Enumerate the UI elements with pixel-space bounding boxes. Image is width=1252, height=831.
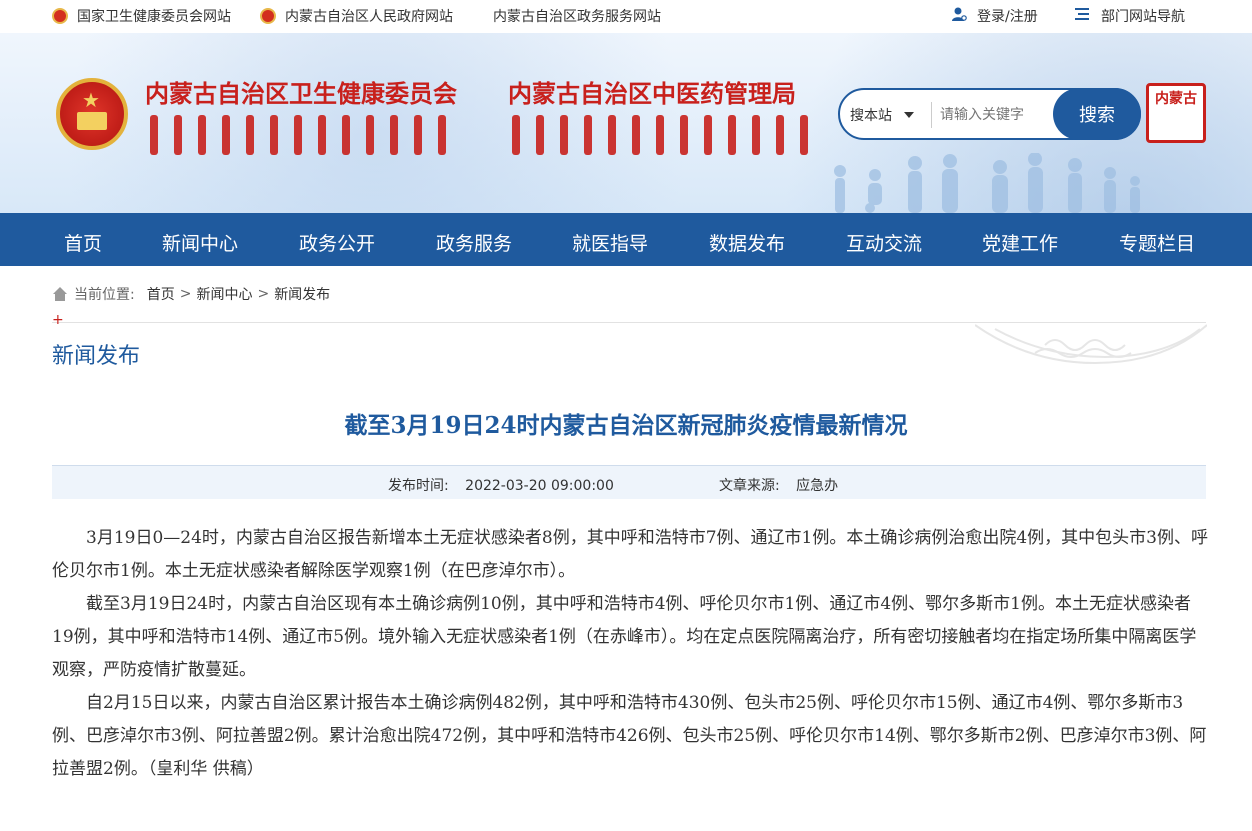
search-box: 搜本站 搜索 (838, 88, 1141, 140)
breadcrumb-news-release[interactable]: 新闻发布 (274, 284, 330, 304)
link-imgov-website[interactable]: 内蒙古自治区人民政府网站 (260, 6, 453, 26)
nav-special-topics[interactable]: 专题栏目 (1119, 229, 1195, 256)
breadcrumb-home[interactable]: 首页 (147, 284, 175, 304)
home-icon (52, 287, 68, 301)
login-register-link[interactable]: 登录/注册 (951, 6, 1038, 26)
breadcrumb: 当前位置: 首页 > 新闻中心 > 新闻发布 (52, 284, 330, 304)
article-body: 3月19日0—24时，内蒙古自治区报告新增本土无症状感染者8例，其中呼和浩特市7… (52, 522, 1208, 786)
search-divider (931, 102, 932, 128)
link-nhc-website[interactable]: 国家卫生健康委员会网站 (52, 6, 231, 26)
source-label: 文章来源: (719, 478, 780, 494)
nav-gov-affairs[interactable]: 政务公开 (299, 229, 375, 256)
mongolian-seal-logo: 内蒙古 (1146, 83, 1206, 143)
article-meta: 发布时间: 2022-03-20 09:00:00 文章来源: 应急办 (52, 465, 1206, 499)
link-label: 内蒙古自治区人民政府网站 (285, 9, 453, 25)
seal-text: 内蒙古 (1155, 91, 1197, 107)
breadcrumb-separator: > (179, 286, 192, 302)
chevron-down-icon (904, 112, 914, 118)
search-input[interactable] (940, 102, 1055, 128)
nav-medical-guide[interactable]: 就医指导 (572, 229, 648, 256)
national-emblem-logo (56, 78, 128, 150)
article-paragraph: 自2月15日以来，内蒙古自治区累计报告本土确诊病例482例，其中呼和浩特市430… (52, 693, 1207, 779)
link-gov-service-website[interactable]: 内蒙古自治区政务服务网站 (493, 6, 661, 26)
main-nav: 首页 新闻中心 政务公开 政务服务 就医指导 数据发布 互动交流 党建工作 专题… (0, 213, 1252, 266)
dept-nav-label: 部门网站导航 (1101, 9, 1185, 25)
source-info: 文章来源: 应急办 (719, 475, 838, 495)
nav-news-center[interactable]: 新闻中心 (162, 229, 238, 256)
search-scope-label: 搜本站 (850, 108, 892, 124)
nav-gov-services[interactable]: 政务服务 (436, 229, 512, 256)
breadcrumb-news-center[interactable]: 新闻中心 (196, 284, 252, 304)
link-label: 国家卫生健康委员会网站 (77, 9, 231, 25)
mongolian-script-decoration (150, 115, 446, 165)
org-name-health-commission: 内蒙古自治区卫生健康委员会 (145, 80, 457, 108)
nav-interaction[interactable]: 互动交流 (846, 229, 922, 256)
breadcrumb-separator: > (257, 286, 270, 302)
org-name-tcm-bureau: 内蒙古自治区中医药管理局 (508, 80, 796, 108)
site-header: 内蒙古自治区卫生健康委员会 内蒙古自治区中医药管理局 搜本站 搜索 内蒙古 (0, 33, 1252, 213)
nav-data-release[interactable]: 数据发布 (709, 229, 785, 256)
search-scope-select[interactable]: 搜本站 (850, 105, 914, 125)
publish-time: 2022-03-20 09:00:00 (465, 478, 614, 494)
nav-home[interactable]: 首页 (64, 229, 102, 256)
link-label: 内蒙古自治区政务服务网站 (493, 9, 661, 25)
user-icon (951, 6, 967, 26)
top-utility-bar: 国家卫生健康委员会网站 内蒙古自治区人民政府网站 内蒙古自治区政务服务网站 登录… (0, 0, 1252, 33)
article-title: 截至3月19日24时内蒙古自治区新冠肺炎疫情最新情况 (344, 412, 908, 439)
article-paragraph: 截至3月19日24时，内蒙古自治区现有本土确诊病例10例，其中呼和浩特市4例、呼… (52, 594, 1197, 680)
article-paragraph: 3月19日0—24时，内蒙古自治区报告新增本土无症状感染者8例，其中呼和浩特市7… (52, 528, 1208, 581)
search-button[interactable]: 搜索 (1053, 88, 1141, 140)
mongolian-script-decoration (512, 115, 808, 165)
breadcrumb-label: 当前位置: (74, 287, 135, 303)
section-title: 新闻发布 (52, 344, 141, 369)
people-silhouettes-decoration (834, 153, 1140, 213)
publish-label: 发布时间: (388, 478, 449, 494)
national-emblem-icon (52, 8, 68, 24)
cloud-pattern-ornament (975, 324, 1207, 365)
national-emblem-icon (260, 8, 276, 24)
plus-marker: + (52, 312, 64, 328)
source-value: 应急办 (796, 478, 839, 494)
dept-website-nav-link[interactable]: 部门网站导航 (1075, 6, 1185, 26)
nav-party-building[interactable]: 党建工作 (982, 229, 1058, 256)
publish-info: 发布时间: 2022-03-20 09:00:00 (388, 475, 614, 495)
login-label: 登录/注册 (977, 9, 1038, 25)
menu-list-icon (1075, 7, 1091, 25)
